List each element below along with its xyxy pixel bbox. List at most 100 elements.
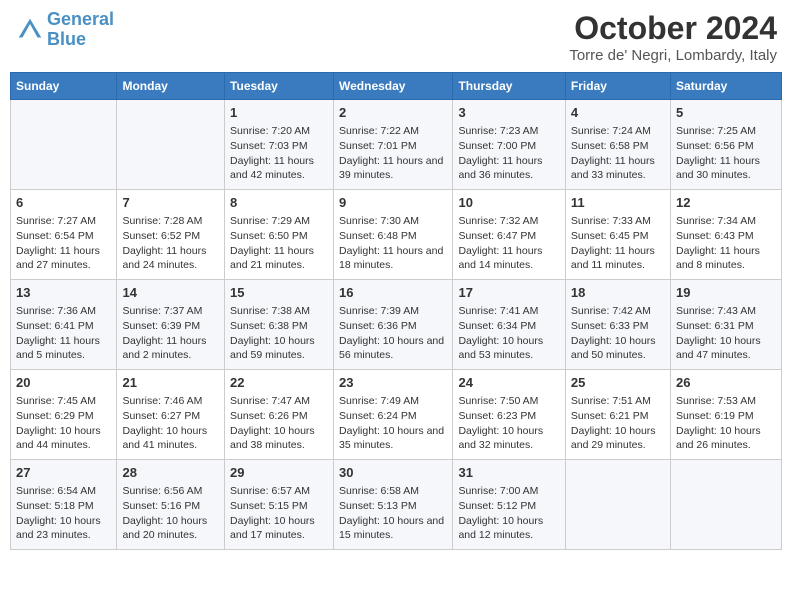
calendar-cell: 26 Sunrise: 7:53 AM Sunset: 6:19 PM Dayli… bbox=[670, 370, 781, 460]
location-title: Torre de' Negri, Lombardy, Italy bbox=[569, 47, 777, 64]
logo: General Blue bbox=[15, 10, 114, 50]
day-number: 18 bbox=[571, 284, 665, 302]
calendar-cell: 22Sunrise: 7:47 AM Sunset: 6:26 PM Dayli… bbox=[225, 370, 334, 460]
header-tuesday: Tuesday bbox=[225, 73, 334, 100]
day-info: Sunrise: 7:42 AM Sunset: 6:33 PM Dayligh… bbox=[571, 304, 665, 363]
calendar-cell: 30 Sunrise: 6:58 AM Sunset: 5:13 PM Dayli… bbox=[334, 460, 453, 550]
calendar-week-3: 13 Sunrise: 7:36 AM Sunset: 6:41 PM Dayli… bbox=[11, 280, 782, 370]
day-number: 4 bbox=[571, 104, 665, 122]
calendar-cell: 31 Sunrise: 7:00 AM Sunset: 5:12 PM Dayli… bbox=[453, 460, 565, 550]
day-info: Sunrise: 7:28 AM Sunset: 6:52 PM Dayligh… bbox=[122, 214, 219, 273]
logo-text: General Blue bbox=[47, 10, 114, 50]
day-info: Sunrise: 7:00 AM Sunset: 5:12 PM Dayligh… bbox=[458, 484, 559, 543]
calendar-cell: 4 Sunrise: 7:24 AM Sunset: 6:58 PM Daylig… bbox=[565, 100, 670, 190]
day-info: Sunrise: 7:32 AM Sunset: 6:47 PM Dayligh… bbox=[458, 214, 559, 273]
day-info: Sunrise: 7:20 AM Sunset: 7:03 PM Dayligh… bbox=[230, 124, 328, 183]
header-row: Sunday Monday Tuesday Wednesday Thursday… bbox=[11, 73, 782, 100]
logo-icon bbox=[15, 15, 45, 45]
calendar-cell bbox=[117, 100, 225, 190]
day-number: 20 bbox=[16, 374, 111, 392]
day-number: 1 bbox=[230, 104, 328, 122]
day-number: 21 bbox=[122, 374, 219, 392]
calendar-cell: 13 Sunrise: 7:36 AM Sunset: 6:41 PM Dayli… bbox=[11, 280, 117, 370]
day-number: 22 bbox=[230, 374, 328, 392]
day-info: Sunrise: 6:56 AM Sunset: 5:16 PM Dayligh… bbox=[122, 484, 219, 543]
calendar-cell bbox=[565, 460, 670, 550]
day-number: 29 bbox=[230, 464, 328, 482]
day-number: 19 bbox=[676, 284, 776, 302]
calendar-week-2: 6 Sunrise: 7:27 AM Sunset: 6:54 PM Daylig… bbox=[11, 190, 782, 280]
day-number: 28 bbox=[122, 464, 219, 482]
day-info: Sunrise: 7:43 AM Sunset: 6:31 PM Dayligh… bbox=[676, 304, 776, 363]
calendar-cell: 25 Sunrise: 7:51 AM Sunset: 6:21 PM Dayli… bbox=[565, 370, 670, 460]
day-number: 10 bbox=[458, 194, 559, 212]
day-number: 9 bbox=[339, 194, 447, 212]
day-number: 15 bbox=[230, 284, 328, 302]
calendar-cell: 9 Sunrise: 7:30 AM Sunset: 6:48 PM Daylig… bbox=[334, 190, 453, 280]
day-number: 23 bbox=[339, 374, 447, 392]
day-number: 16 bbox=[339, 284, 447, 302]
day-info: Sunrise: 7:30 AM Sunset: 6:48 PM Dayligh… bbox=[339, 214, 447, 273]
calendar-cell: 16Sunrise: 7:39 AM Sunset: 6:36 PM Dayli… bbox=[334, 280, 453, 370]
day-info: Sunrise: 7:49 AM Sunset: 6:24 PM Dayligh… bbox=[339, 394, 447, 453]
day-number: 25 bbox=[571, 374, 665, 392]
calendar-cell: 19 Sunrise: 7:43 AM Sunset: 6:31 PM Dayli… bbox=[670, 280, 781, 370]
calendar-cell: 10 Sunrise: 7:32 AM Sunset: 6:47 PM Dayli… bbox=[453, 190, 565, 280]
header-friday: Friday bbox=[565, 73, 670, 100]
day-number: 6 bbox=[16, 194, 111, 212]
day-info: Sunrise: 7:23 AM Sunset: 7:00 PM Dayligh… bbox=[458, 124, 559, 183]
day-number: 31 bbox=[458, 464, 559, 482]
calendar-cell: 5 Sunrise: 7:25 AM Sunset: 6:56 PM Daylig… bbox=[670, 100, 781, 190]
calendar-cell: 11Sunrise: 7:33 AM Sunset: 6:45 PM Dayli… bbox=[565, 190, 670, 280]
calendar-body: 1 Sunrise: 7:20 AM Sunset: 7:03 PM Daylig… bbox=[11, 100, 782, 550]
calendar-cell: 7 Sunrise: 7:28 AM Sunset: 6:52 PM Daylig… bbox=[117, 190, 225, 280]
day-info: Sunrise: 7:38 AM Sunset: 6:38 PM Dayligh… bbox=[230, 304, 328, 363]
calendar-cell bbox=[670, 460, 781, 550]
day-number: 26 bbox=[676, 374, 776, 392]
calendar-cell bbox=[11, 100, 117, 190]
day-number: 12 bbox=[676, 194, 776, 212]
day-number: 7 bbox=[122, 194, 219, 212]
day-number: 3 bbox=[458, 104, 559, 122]
header-thursday: Thursday bbox=[453, 73, 565, 100]
day-info: Sunrise: 6:57 AM Sunset: 5:15 PM Dayligh… bbox=[230, 484, 328, 543]
day-number: 30 bbox=[339, 464, 447, 482]
calendar-cell: 2 Sunrise: 7:22 AM Sunset: 7:01 PM Daylig… bbox=[334, 100, 453, 190]
day-info: Sunrise: 7:36 AM Sunset: 6:41 PM Dayligh… bbox=[16, 304, 111, 363]
day-number: 13 bbox=[16, 284, 111, 302]
day-info: Sunrise: 7:37 AM Sunset: 6:39 PM Dayligh… bbox=[122, 304, 219, 363]
day-number: 17 bbox=[458, 284, 559, 302]
calendar-cell: 6 Sunrise: 7:27 AM Sunset: 6:54 PM Daylig… bbox=[11, 190, 117, 280]
calendar-cell: 20Sunrise: 7:45 AM Sunset: 6:29 PM Dayli… bbox=[11, 370, 117, 460]
day-number: 5 bbox=[676, 104, 776, 122]
page-header: General Blue October 2024 Torre de' Negr… bbox=[10, 10, 782, 64]
header-monday: Monday bbox=[117, 73, 225, 100]
calendar-cell: 24 Sunrise: 7:50 AM Sunset: 6:23 PM Dayli… bbox=[453, 370, 565, 460]
day-info: Sunrise: 7:51 AM Sunset: 6:21 PM Dayligh… bbox=[571, 394, 665, 453]
day-info: Sunrise: 7:53 AM Sunset: 6:19 PM Dayligh… bbox=[676, 394, 776, 453]
day-info: Sunrise: 7:50 AM Sunset: 6:23 PM Dayligh… bbox=[458, 394, 559, 453]
header-sunday: Sunday bbox=[11, 73, 117, 100]
calendar-cell: 23 Sunrise: 7:49 AM Sunset: 6:24 PM Dayli… bbox=[334, 370, 453, 460]
day-number: 11 bbox=[571, 194, 665, 212]
day-info: Sunrise: 7:41 AM Sunset: 6:34 PM Dayligh… bbox=[458, 304, 559, 363]
day-info: Sunrise: 6:58 AM Sunset: 5:13 PM Dayligh… bbox=[339, 484, 447, 543]
day-number: 8 bbox=[230, 194, 328, 212]
calendar-cell: 28 Sunrise: 6:56 AM Sunset: 5:16 PM Dayli… bbox=[117, 460, 225, 550]
day-info: Sunrise: 7:27 AM Sunset: 6:54 PM Dayligh… bbox=[16, 214, 111, 273]
calendar-week-4: 20Sunrise: 7:45 AM Sunset: 6:29 PM Dayli… bbox=[11, 370, 782, 460]
day-info: Sunrise: 7:22 AM Sunset: 7:01 PM Dayligh… bbox=[339, 124, 447, 183]
day-info: Sunrise: 7:24 AM Sunset: 6:58 PM Dayligh… bbox=[571, 124, 665, 183]
header-wednesday: Wednesday bbox=[334, 73, 453, 100]
day-info: Sunrise: 6:54 AM Sunset: 5:18 PM Dayligh… bbox=[16, 484, 111, 543]
day-number: 2 bbox=[339, 104, 447, 122]
calendar-cell: 8Sunrise: 7:29 AM Sunset: 6:50 PM Daylig… bbox=[225, 190, 334, 280]
day-number: 24 bbox=[458, 374, 559, 392]
day-info: Sunrise: 7:25 AM Sunset: 6:56 PM Dayligh… bbox=[676, 124, 776, 183]
header-saturday: Saturday bbox=[670, 73, 781, 100]
calendar-cell: 12Sunrise: 7:34 AM Sunset: 6:43 PM Dayli… bbox=[670, 190, 781, 280]
day-number: 27 bbox=[16, 464, 111, 482]
calendar-cell: 3 Sunrise: 7:23 AM Sunset: 7:00 PM Daylig… bbox=[453, 100, 565, 190]
calendar-table: Sunday Monday Tuesday Wednesday Thursday… bbox=[10, 72, 782, 550]
calendar-week-5: 27 Sunrise: 6:54 AM Sunset: 5:18 PM Dayli… bbox=[11, 460, 782, 550]
